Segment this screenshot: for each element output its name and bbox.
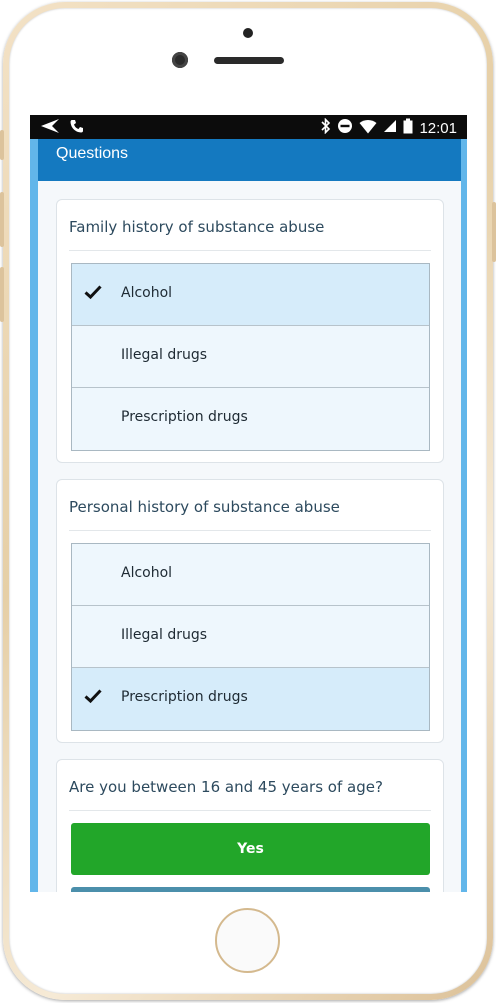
checkmark-icon (84, 284, 104, 304)
option-label: Prescription drugs (121, 689, 248, 705)
divider (69, 250, 431, 251)
option-prescription-drugs[interactable]: Prescription drugs (72, 388, 429, 450)
power-button (492, 202, 496, 262)
option-illegal-drugs[interactable]: Illegal drugs (72, 326, 429, 388)
checkmark-icon (84, 688, 104, 708)
front-camera (172, 52, 188, 68)
option-label: Prescription drugs (121, 409, 248, 425)
bluetooth-icon (321, 117, 331, 139)
sensor-dot (243, 28, 253, 38)
divider (69, 530, 431, 531)
wifi-icon (359, 119, 377, 139)
option-label: Illegal drugs (121, 347, 208, 363)
home-button[interactable] (215, 908, 280, 973)
option-alcohol[interactable]: Alcohol (72, 264, 429, 326)
page-title: Questions (56, 145, 129, 162)
question-title: Family history of substance abuse (69, 218, 325, 236)
option-list: Alcohol Illegal drugs Prescription drugs (71, 263, 430, 451)
question-card-personal-history: Personal history of substance abuse Alco… (56, 479, 444, 743)
option-list: Alcohol Illegal drugs Prescription drugs (71, 543, 430, 731)
yes-button[interactable]: Yes (71, 823, 430, 875)
questions-list[interactable]: Family history of substance abuse Alcoho… (38, 181, 461, 892)
app-screen: 12:01 Questions Family history of substa… (30, 115, 467, 892)
app-header: Questions (38, 139, 461, 181)
option-illegal-drugs[interactable]: Illegal drugs (72, 606, 429, 668)
option-alcohol[interactable]: Alcohol (72, 544, 429, 606)
phone-icon (70, 119, 84, 138)
signal-icon (383, 119, 397, 138)
volume-up-button (0, 192, 4, 247)
option-label: Alcohol (121, 565, 173, 581)
mute-switch (0, 130, 4, 160)
divider (69, 810, 431, 811)
no-button[interactable] (71, 887, 430, 892)
back-arrow-icon (40, 118, 60, 139)
option-label: Alcohol (121, 285, 173, 301)
question-card-family-history: Family history of substance abuse Alcoho… (56, 199, 444, 463)
option-prescription-drugs[interactable]: Prescription drugs (72, 668, 429, 730)
screen-border-left (30, 139, 38, 892)
status-bar: 12:01 (30, 115, 467, 139)
option-label: Illegal drugs (121, 627, 208, 643)
do-not-disturb-icon (337, 118, 353, 139)
earpiece-speaker (214, 57, 284, 64)
question-title: Personal history of substance abuse (69, 498, 340, 516)
question-title: Are you between 16 and 45 years of age? (69, 778, 383, 796)
question-card-age: Are you between 16 and 45 years of age? … (56, 759, 444, 892)
battery-icon (403, 118, 413, 139)
volume-down-button (0, 267, 4, 322)
status-time: 12:01 (419, 119, 457, 137)
